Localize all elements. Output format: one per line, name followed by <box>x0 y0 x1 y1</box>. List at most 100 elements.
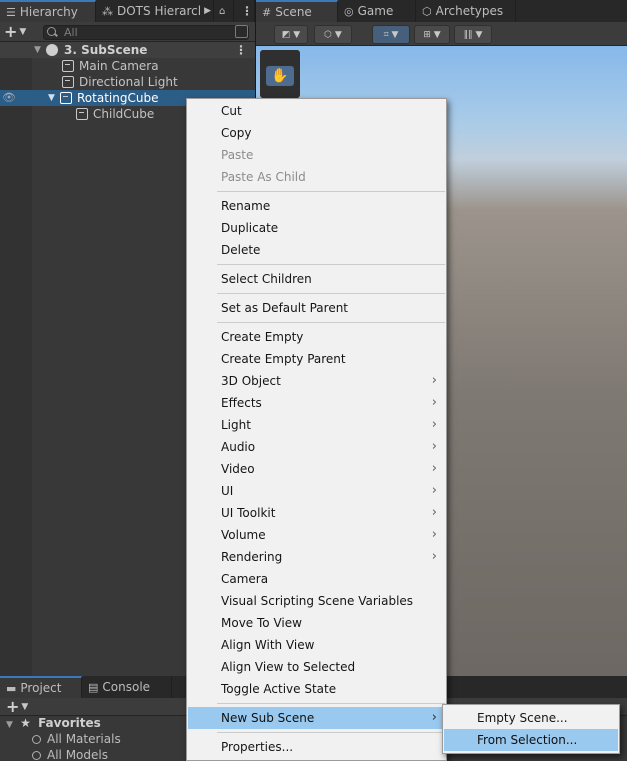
chevron-down-icon[interactable]: ▼ <box>19 27 26 37</box>
item-label: Directional Light <box>79 75 178 89</box>
menu-item-effects[interactable]: Effects › <box>188 392 445 414</box>
menu-item-label: Select Children <box>221 272 312 286</box>
menu-item-toggle-active-state[interactable]: Toggle Active State <box>188 678 445 700</box>
submenu-arrow-icon: › <box>431 710 437 725</box>
menu-item-3d-object[interactable]: 3D Object › <box>188 370 445 392</box>
menu-item-label: Duplicate <box>221 221 279 235</box>
menu-item-move-to-view[interactable]: Move To View <box>188 612 445 634</box>
folder-icon: ▬ <box>6 681 17 695</box>
menu-item-label: Video <box>221 462 255 476</box>
gamepad-icon: ◎ <box>344 4 354 18</box>
tab-dots-hierarchy[interactable]: ⁂ DOTS Hierarcl ▶ <box>96 0 214 22</box>
menu-item-copy[interactable]: Copy <box>188 122 445 144</box>
search-icon <box>32 735 41 744</box>
menu-item-camera[interactable]: Camera <box>188 568 445 590</box>
context-menu: Cut Copy Paste Paste As Child Rename Dup… <box>186 98 447 761</box>
filter-icon[interactable] <box>235 25 248 38</box>
menu-item-label: Empty Scene... <box>477 711 568 725</box>
menu-item-visual-scripting-variables[interactable]: Visual Scripting Scene Variables <box>188 590 445 612</box>
scene-row[interactable]: ▼ 3. SubScene ⋮ <box>0 42 255 58</box>
dots-icon: ⁂ <box>102 4 113 18</box>
menu-item-label: Align View to Selected <box>221 660 356 674</box>
menu-item-set-default-parent[interactable]: Set as Default Parent <box>188 297 445 319</box>
render-mode-button[interactable]: ⬡ ▼ <box>314 25 352 44</box>
menu-separator <box>217 732 445 733</box>
menu-item-volume[interactable]: Volume › <box>188 524 445 546</box>
menu-item-label: Create Empty Parent <box>221 352 346 366</box>
menu-item-properties[interactable]: Properties... <box>188 736 445 758</box>
tab-game[interactable]: ◎ Game <box>338 0 416 22</box>
menu-item-label: Set as Default Parent <box>221 301 349 315</box>
chevron-down-icon[interactable]: ▼ <box>21 702 28 712</box>
item-label: Main Camera <box>79 59 159 73</box>
menu-item-paste-as-child: Paste As Child <box>188 166 445 188</box>
menu-item-label: Move To View <box>221 616 302 630</box>
menu-item-delete[interactable]: Delete <box>188 239 445 261</box>
expand-arrow-icon[interactable]: ▼ <box>48 93 60 103</box>
scene-options-icon[interactable]: ⋮ <box>235 43 247 57</box>
visibility-icon[interactable]: 👁 <box>2 91 16 104</box>
add-icon[interactable]: + <box>6 698 19 714</box>
favorite-label: All Materials <box>47 732 121 746</box>
unity-scene-icon <box>46 44 58 56</box>
menu-separator <box>217 293 445 294</box>
scene-toolbar: ◩ ▼ ⬡ ▼ ⌗ ▼ ⊞ ▼ ‖‖ ▼ <box>256 22 627 46</box>
scene-tabbar: # Scene ◎ Game ⬡ Archetypes <box>256 0 627 22</box>
menu-item-duplicate[interactable]: Duplicate <box>188 217 445 239</box>
list-item[interactable]: Main Camera <box>0 58 255 74</box>
more-options-icon[interactable]: ⋮ <box>234 0 255 22</box>
menu-item-create-empty-parent[interactable]: Create Empty Parent <box>188 348 445 370</box>
hand-tool-icon[interactable]: ✋ <box>266 66 294 86</box>
tab-console[interactable]: ▤ Console <box>82 676 172 698</box>
search-input[interactable]: All <box>43 25 249 40</box>
gameobject-icon <box>76 108 88 120</box>
menu-item-label: Rendering <box>221 550 283 564</box>
favorite-item[interactable]: All Materials <box>32 732 121 746</box>
tools-overlay: ✋ <box>260 50 300 98</box>
expand-arrow-icon[interactable]: ▼ <box>6 720 13 730</box>
lock-icon[interactable]: ⌂ <box>214 0 234 22</box>
menu-item-rendering[interactable]: Rendering › <box>188 546 445 568</box>
menu-item-select-children[interactable]: Select Children <box>188 268 445 290</box>
list-item[interactable]: Directional Light <box>0 74 255 90</box>
menu-item-label: Toggle Active State <box>221 682 337 696</box>
menu-item-label: Create Empty <box>221 330 304 344</box>
favorite-item[interactable]: All Models <box>32 748 108 761</box>
menu-item-new-sub-scene[interactable]: New Sub Scene › <box>188 707 445 729</box>
tab-game-label: Game <box>357 4 394 18</box>
increment-snap-button[interactable]: ‖‖ ▼ <box>454 25 492 44</box>
menu-item-light[interactable]: Light › <box>188 414 445 436</box>
menu-item-ui[interactable]: UI › <box>188 480 445 502</box>
menu-item-video[interactable]: Video › <box>188 458 445 480</box>
menu-item-rename[interactable]: Rename <box>188 195 445 217</box>
expand-arrow-icon[interactable]: ▼ <box>34 45 46 55</box>
item-label: RotatingCube <box>77 91 159 105</box>
favorites-label: Favorites <box>38 716 101 730</box>
menu-item-empty-scene[interactable]: Empty Scene... <box>444 707 618 729</box>
draw-mode-button[interactable]: ◩ ▼ <box>274 25 308 44</box>
gameobject-icon <box>60 92 72 104</box>
submenu-arrow-icon: › <box>431 373 437 388</box>
menu-item-create-empty[interactable]: Create Empty <box>188 326 445 348</box>
menu-item-cut[interactable]: Cut <box>188 100 445 122</box>
tab-hierarchy[interactable]: ☰ Hierarchy <box>0 0 96 22</box>
menu-item-align-view-to-selected[interactable]: Align View to Selected <box>188 656 445 678</box>
menu-separator <box>217 264 445 265</box>
add-icon[interactable]: + <box>4 23 17 39</box>
grid-snap-button[interactable]: ⊞ ▼ <box>414 25 450 44</box>
search-icon <box>47 27 56 36</box>
menu-item-label: Visual Scripting Scene Variables <box>221 594 414 608</box>
menu-item-label: UI Toolkit <box>221 506 276 520</box>
menu-item-from-selection[interactable]: From Selection... <box>444 729 618 751</box>
menu-item-label: 3D Object <box>221 374 281 388</box>
gizmo-toggle-button[interactable]: ⌗ ▼ <box>372 25 410 44</box>
menu-item-audio[interactable]: Audio › <box>188 436 445 458</box>
tab-archetypes[interactable]: ⬡ Archetypes <box>416 0 516 22</box>
hierarchy-gutter <box>0 42 32 676</box>
favorites-header[interactable]: ▼ ★ Favorites <box>6 716 101 730</box>
menu-item-ui-toolkit[interactable]: UI Toolkit › <box>188 502 445 524</box>
tab-project[interactable]: ▬ Project <box>0 676 82 698</box>
tab-scene[interactable]: # Scene <box>256 0 338 22</box>
menu-item-label: Effects <box>221 396 262 410</box>
menu-item-align-with-view[interactable]: Align With View <box>188 634 445 656</box>
